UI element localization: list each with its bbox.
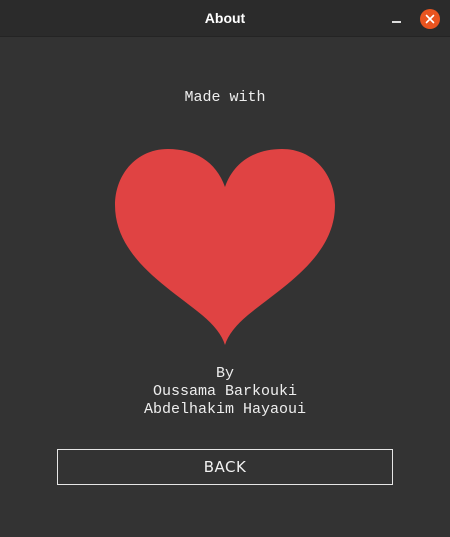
by-label: By (215, 365, 234, 382)
author-name: Oussama Barkouki (152, 383, 298, 400)
author-name: Abdelhakim Hayaoui (143, 401, 307, 418)
made-with-label: Made with (184, 89, 266, 106)
minimize-button[interactable] (387, 9, 407, 29)
close-icon (425, 14, 435, 24)
back-button[interactable]: BACK (57, 449, 393, 485)
about-window: About Made with By Oussama Barkouki Abde… (0, 0, 450, 537)
title-bar[interactable]: About (0, 0, 450, 37)
heart-icon (115, 149, 335, 345)
window-title: About (204, 10, 246, 26)
credits: By Oussama Barkouki Abdelhakim Hayaoui (0, 365, 450, 419)
close-button[interactable] (420, 9, 440, 29)
